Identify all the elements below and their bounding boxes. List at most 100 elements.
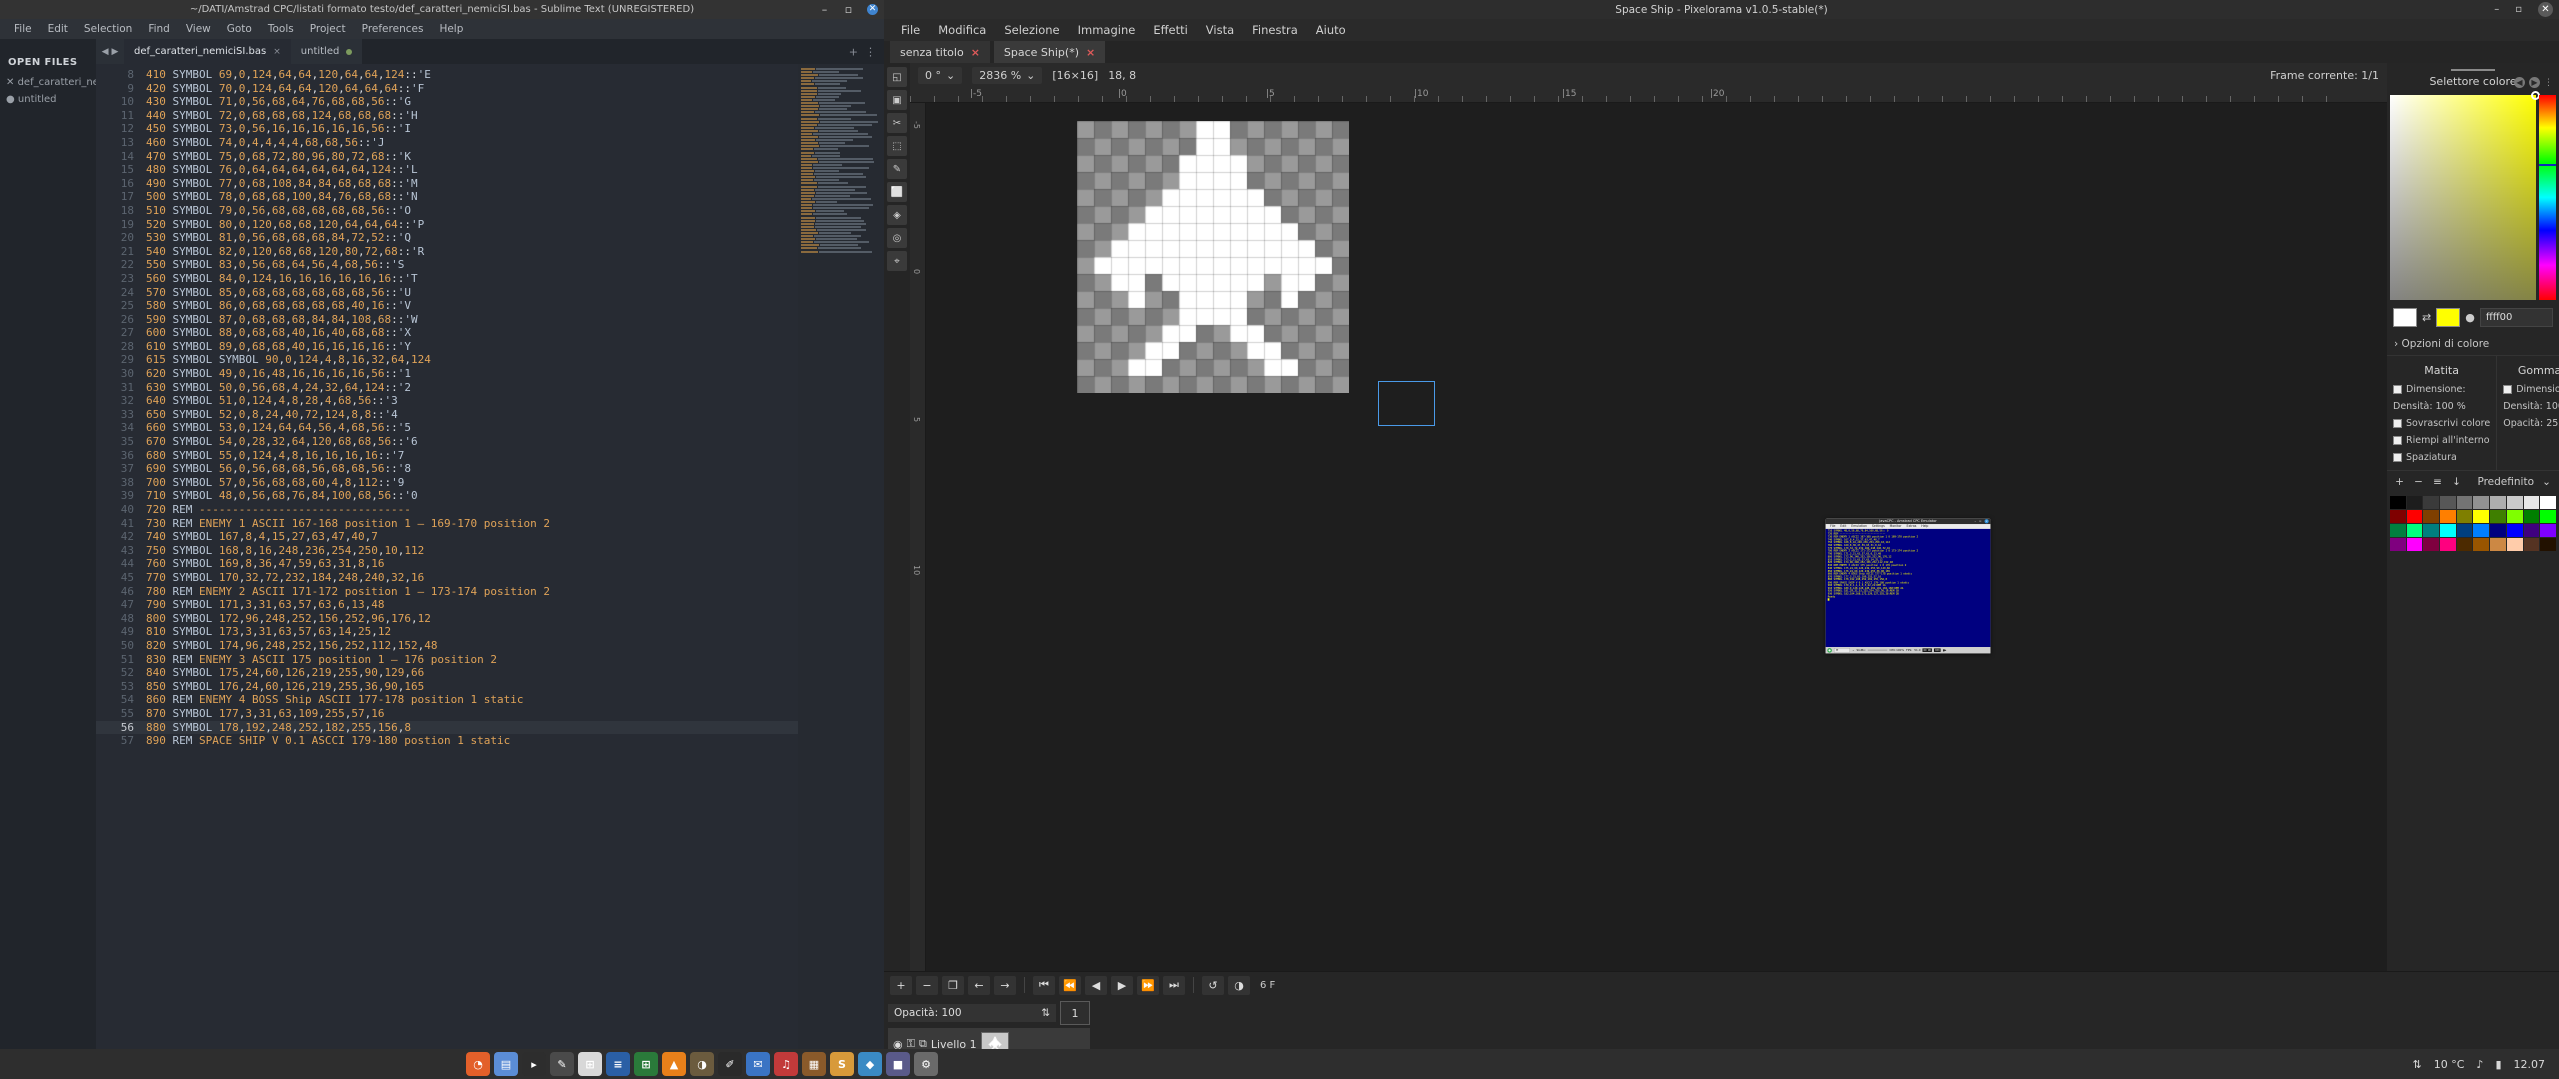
tab-def-caratteri[interactable]: def_caratteri_nemiciSI.bas ×	[124, 39, 291, 64]
swap-colors-icon[interactable]: ⇄	[2422, 311, 2431, 324]
menu-item-file[interactable]: File	[892, 23, 929, 37]
frame-number-box[interactable]: 1	[1060, 1001, 1090, 1025]
code-line[interactable]: 480 SYMBOL 76,0,64,64,64,64,64,64,124::'…	[142, 163, 884, 177]
gimp-icon[interactable]: ◑	[690, 1052, 714, 1076]
code-line[interactable]: 470 SYMBOL 75,0,68,72,80,96,80,72,68::'K	[142, 150, 884, 164]
code-line[interactable]: 540 SYMBOL 82,0,120,68,68,120,80,72,68::…	[142, 245, 884, 259]
code-line[interactable]: 720 REM --------------------------------	[142, 503, 884, 517]
settings-icon[interactable]: ⚙	[914, 1052, 938, 1076]
import-palette-icon[interactable]: ↓	[2450, 476, 2463, 488]
pencil-spacing-row[interactable]: Spaziatura	[2387, 449, 2496, 466]
add-frame-button[interactable]: +	[890, 976, 912, 995]
code-line[interactable]: 510 SYMBOL 79,0,56,68,68,68,68,68,56::'O	[142, 204, 884, 218]
menu-item-help[interactable]: Help	[431, 23, 471, 35]
tab-close-icon[interactable]: ×	[273, 47, 281, 57]
archive-icon[interactable]: ▦	[802, 1052, 826, 1076]
palette-swatch[interactable]	[2540, 496, 2556, 509]
music-icon[interactable]: ♫	[774, 1052, 798, 1076]
menu-item-monitor[interactable]: Monitor	[1887, 525, 1904, 528]
add-palette-icon[interactable]: +	[2393, 476, 2406, 488]
code-line[interactable]: 780 REM ENEMY 2 ASCII 171-172 position 1…	[142, 585, 884, 599]
code-line[interactable]: 890 REM SPACE SHIP V 0.1 ASCCI 179-180 p…	[142, 734, 884, 748]
palette-swatch[interactable]	[2507, 510, 2523, 523]
menu-item-effetti[interactable]: Effetti	[1144, 23, 1196, 37]
play-button[interactable]: ▶	[1111, 976, 1133, 995]
eraser-density-row[interactable]: Densità: 100 %	[2497, 398, 2559, 415]
vertical-ruler[interactable]: -5 0 5 10	[910, 103, 926, 971]
maximize-button[interactable]: ▫	[843, 4, 854, 15]
tool-button-7[interactable]: ◎	[887, 228, 907, 248]
firefox-icon[interactable]: ◔	[466, 1052, 490, 1076]
remove-palette-icon[interactable]: −	[2412, 476, 2425, 488]
menu-item-project[interactable]: Project	[302, 23, 354, 35]
sublime-icon[interactable]: S	[830, 1052, 854, 1076]
step-fwd-button[interactable]: ⏩	[1137, 976, 1159, 995]
new-tab-button[interactable]: +	[849, 45, 858, 58]
libreoffice-writer-icon[interactable]: ≡	[606, 1052, 630, 1076]
palette-swatch[interactable]	[2407, 510, 2423, 523]
horizontal-ruler[interactable]: |-5 |0 |5 |10 |15 |20	[910, 87, 2387, 103]
code-line[interactable]: 770 SYMBOL 170,32,72,232,184,248,240,32,…	[142, 571, 884, 585]
maximize-button[interactable]: ▫	[1979, 519, 1981, 522]
palette-swatch[interactable]	[2507, 524, 2523, 537]
sprite-canvas[interactable]	[1077, 121, 1349, 393]
pencil-overwrite-row[interactable]: Sovrascrivi colore	[2387, 415, 2496, 432]
last-button[interactable]: ⏭	[1163, 976, 1185, 995]
pencil-density-row[interactable]: Densità: 100 %	[2387, 398, 2496, 415]
code-minimap[interactable]	[798, 64, 884, 1059]
code-line[interactable]: 670 SYMBOL 54,0,28,32,64,120,68,68,56::'…	[142, 435, 884, 449]
checkbox-icon[interactable]	[2393, 436, 2402, 445]
calculator-icon[interactable]: ⊞	[578, 1052, 602, 1076]
code-line[interactable]: 610 SYMBOL 89,0,68,68,40,16,16,16,16::'Y	[142, 340, 884, 354]
files-icon[interactable]: ▤	[494, 1052, 518, 1076]
code-line[interactable]: 450 SYMBOL 73,0,56,16,16,16,16,16,56::'I	[142, 122, 884, 136]
menu-item-tools[interactable]: Tools	[260, 23, 302, 35]
tool-button-1[interactable]: ▣	[887, 90, 907, 110]
code-line[interactable]: 650 SYMBOL 52,0,8,24,40,72,124,8,8::'4	[142, 408, 884, 422]
palette-swatch[interactable]	[2457, 538, 2473, 551]
code-line[interactable]: 570 SYMBOL 85,0,68,68,68,68,68,68,56::'U	[142, 286, 884, 300]
tab-nav-arrows[interactable]: ◀ ▶	[96, 39, 124, 64]
move-right-button[interactable]: →	[994, 976, 1016, 995]
eraser-size-row[interactable]: Dimensione:	[2497, 381, 2559, 398]
palette-swatch[interactable]	[2457, 496, 2473, 509]
menu-item-preferences[interactable]: Preferences	[354, 23, 432, 35]
fps-label[interactable]: 6 F	[1260, 980, 1275, 991]
minimize-button[interactable]: –	[2494, 4, 2499, 15]
menu-item-view[interactable]: View	[178, 23, 219, 35]
code-line[interactable]: 615 SYMBOL SYMBOL 90,0,124,4,8,16,32,64,…	[142, 353, 884, 367]
code-line[interactable]: 790 SYMBOL 171,3,31,63,57,63,6,13,48	[142, 598, 884, 612]
terminal-icon[interactable]: ▸	[522, 1052, 546, 1076]
chevron-right-icon[interactable]: ▶	[112, 47, 119, 57]
tool-button-4[interactable]: ✎	[887, 159, 907, 179]
sidebar-item-file-0[interactable]: ✕ def_caratteri_nemici	[0, 74, 96, 91]
tool-button-5[interactable]: ⬜	[887, 182, 907, 202]
temperature-label[interactable]: 10 °C	[2434, 1058, 2465, 1071]
palette-swatch[interactable]	[2407, 496, 2423, 509]
menu-item-find[interactable]: Find	[140, 23, 178, 35]
tool-button-3[interactable]: ⬚	[887, 136, 907, 156]
first-button[interactable]: ⏮	[1033, 976, 1055, 995]
checkbox-icon[interactable]	[2393, 419, 2402, 428]
menu-item-emulation[interactable]: Emulation	[1849, 525, 1870, 528]
code-line[interactable]: 680 SYMBOL 55,0,124,4,8,16,16,16,16::'7	[142, 449, 884, 463]
code-editor[interactable]: 410 SYMBOL 69,0,124,64,64,120,64,64,124:…	[142, 64, 884, 1059]
selection-rectangle[interactable]	[1378, 381, 1435, 426]
code-line[interactable]: 430 SYMBOL 71,0,56,68,64,76,68,68,56::'G	[142, 95, 884, 109]
sort-palette-icon[interactable]: ≡	[2431, 476, 2444, 488]
emulator-icon[interactable]: ■	[886, 1052, 910, 1076]
code-line[interactable]: 600 SYMBOL 88,0,68,68,40,16,40,68,68::'X	[142, 326, 884, 340]
network-icon[interactable]: ⇅	[2413, 1058, 2422, 1071]
palette-swatch[interactable]	[2440, 496, 2456, 509]
code-line[interactable]: 830 REM ENEMY 3 ASCII 175 position 1 — 1…	[142, 653, 884, 667]
palette-grid[interactable]	[2387, 493, 2559, 554]
code-line[interactable]: 880 SYMBOL 178,192,248,252,182,255,156,8	[142, 721, 884, 735]
palette-swatch[interactable]	[2524, 524, 2540, 537]
palette-swatch[interactable]	[2407, 538, 2423, 551]
code-line[interactable]: 550 SYMBOL 83,0,56,68,64,56,4,68,56::'S	[142, 258, 884, 272]
code-line[interactable]: 500 SYMBOL 78,0,68,68,100,84,76,68,68::'…	[142, 190, 884, 204]
menu-item-modifica[interactable]: Modifica	[929, 23, 995, 37]
code-line[interactable]: 710 SYMBOL 48,0,56,68,76,84,100,68,56::'…	[142, 489, 884, 503]
palette-swatch[interactable]	[2390, 510, 2406, 523]
palette-swatch[interactable]	[2440, 524, 2456, 537]
